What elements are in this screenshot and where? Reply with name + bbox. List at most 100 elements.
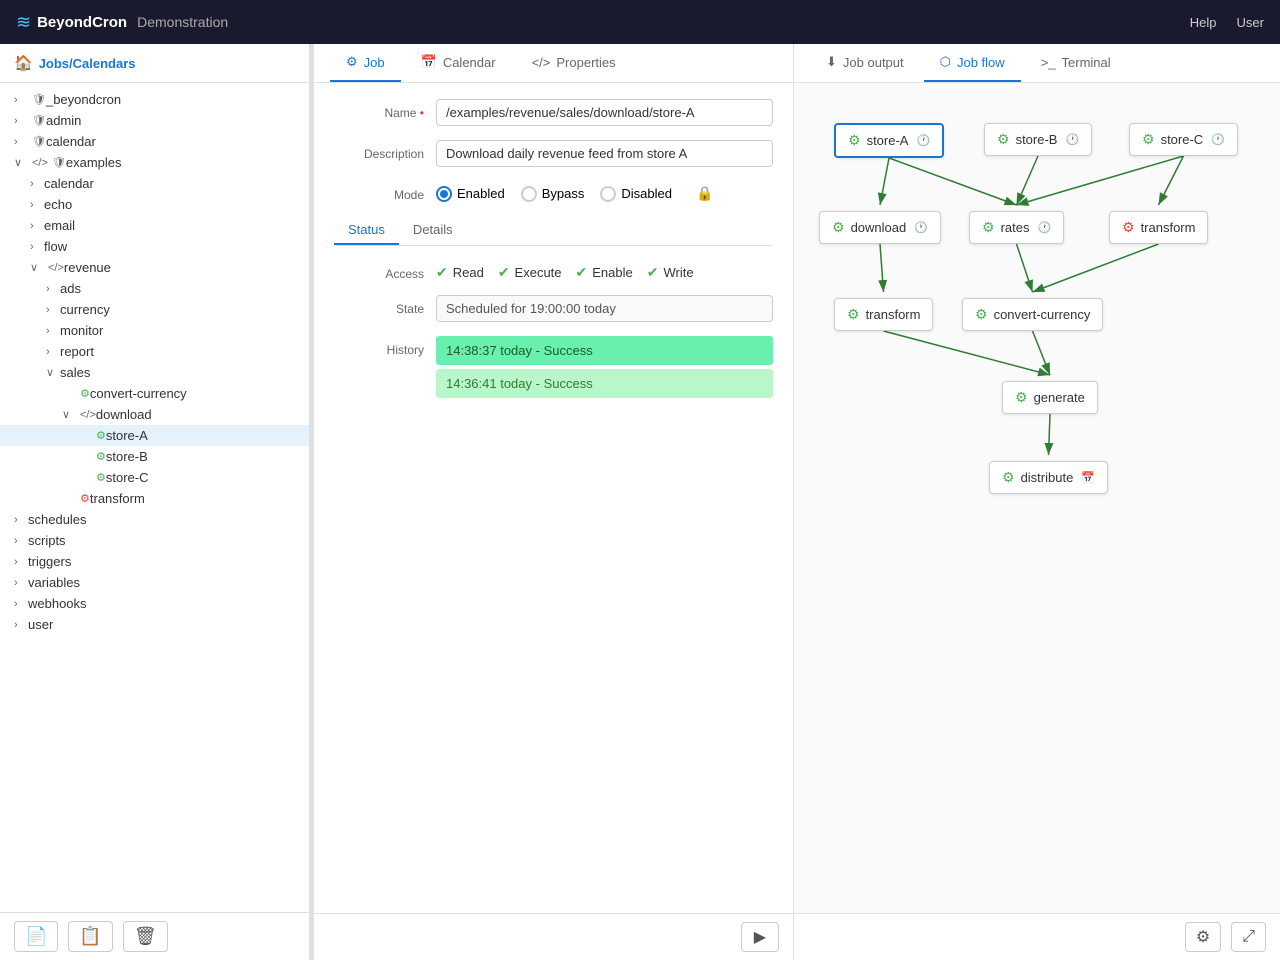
sidebar-item-currency[interactable]: ›currency: [0, 299, 309, 320]
flow-node-store-B[interactable]: ⚙store-B🕐: [984, 123, 1092, 156]
green-gear-icon: ⚙: [96, 471, 106, 484]
toggle-icon: ›: [14, 577, 24, 589]
calendar-tab-icon: 📅: [421, 54, 437, 70]
tab-job-output[interactable]: ⬇ Job output: [810, 44, 920, 82]
sidebar-item-scripts[interactable]: › scripts: [0, 530, 309, 551]
tab-status[interactable]: Status: [334, 216, 399, 245]
new-file-button[interactable]: 📄: [14, 921, 58, 952]
flow-node-distribute[interactable]: ⚙distribute📅: [989, 461, 1108, 494]
history-item-0[interactable]: 14:38:37 today - Success: [436, 336, 773, 365]
sidebar: 🏠 Jobs/Calendars ›🛡_beyondcron›🛡admin›🛡c…: [0, 44, 310, 960]
flow-node-store-C[interactable]: ⚙store-C🕐: [1129, 123, 1238, 156]
write-label: Write: [663, 265, 693, 280]
sidebar-item-ads[interactable]: ›ads: [0, 278, 309, 299]
sidebar-item-email[interactable]: ›email: [0, 215, 309, 236]
sidebar-item-admin[interactable]: ›🛡admin: [0, 110, 309, 131]
gear-icon: ⚙: [1002, 469, 1015, 486]
sidebar-item-label: scripts: [28, 533, 66, 548]
fullscreen-button[interactable]: ⤢: [1231, 922, 1266, 952]
toggle-icon: ›: [30, 178, 40, 190]
node-label: convert-currency: [994, 307, 1091, 322]
gear-icon: ⚙: [997, 131, 1010, 148]
sidebar-item-flow[interactable]: ›flow: [0, 236, 309, 257]
sidebar-item-report[interactable]: ›report: [0, 341, 309, 362]
radio-enabled[interactable]: [436, 186, 452, 202]
sidebar-item-convert-currency[interactable]: ⚙convert-currency: [0, 383, 309, 404]
history-item-1[interactable]: 14:36:41 today - Success: [436, 369, 773, 398]
flow-node-generate[interactable]: ⚙generate: [1002, 381, 1098, 414]
sidebar-item-echo[interactable]: ›echo: [0, 194, 309, 215]
sidebar-item-triggers[interactable]: ›triggers: [0, 551, 309, 572]
toggle-icon: ›: [14, 535, 24, 547]
sidebar-tree: ›🛡_beyondcron›🛡admin›🛡calendar∨</>🛡examp…: [0, 83, 309, 912]
sidebar-item-sales[interactable]: ∨sales: [0, 362, 309, 383]
logo-icon: ≋: [16, 12, 31, 33]
toggle-icon: ›: [14, 136, 24, 148]
sidebar-item-transform[interactable]: ⚙transform: [0, 488, 309, 509]
sidebar-item-monitor[interactable]: ›monitor: [0, 320, 309, 341]
sidebar-item-schedules[interactable]: ›schedules: [0, 509, 309, 530]
node-label: download: [851, 220, 907, 235]
read-check-icon: ✔: [436, 264, 448, 281]
node-label: rates: [1001, 220, 1030, 235]
breadcrumb[interactable]: Jobs/Calendars: [39, 56, 136, 71]
mode-bypass-option[interactable]: Bypass: [521, 186, 585, 202]
play-button[interactable]: ▶: [741, 922, 779, 952]
settings-button[interactable]: ⚙: [1185, 922, 1221, 952]
sidebar-item-variables[interactable]: ›variables: [0, 572, 309, 593]
help-link[interactable]: Help: [1190, 15, 1217, 30]
topbar-right: Help User: [1190, 15, 1264, 30]
green-gear-icon: ⚙: [96, 450, 106, 463]
toggle-icon: ›: [30, 241, 40, 253]
gear-icon: ⚙: [847, 306, 860, 323]
flow-node-store-A[interactable]: ⚙store-A🕐: [834, 123, 944, 158]
toggle-icon: ›: [14, 598, 24, 610]
sidebar-item-calendar[interactable]: ›🛡calendar: [0, 131, 309, 152]
sidebar-item-user[interactable]: ›user: [0, 614, 309, 635]
radio-disabled[interactable]: [600, 186, 616, 202]
tab-job[interactable]: ⚙ Job: [330, 44, 401, 82]
copy-button[interactable]: 📋: [68, 921, 112, 952]
sidebar-item-store-B[interactable]: ⚙store-B: [0, 446, 309, 467]
sidebar-item-webhooks[interactable]: ›webhooks: [0, 593, 309, 614]
tab-calendar[interactable]: 📅 Calendar: [405, 44, 512, 82]
sidebar-item-store-A[interactable]: ⚙store-A: [0, 425, 309, 446]
flow-node-transform-top[interactable]: ⚙transform: [1109, 211, 1208, 244]
tab-properties[interactable]: </> Properties: [516, 44, 632, 82]
mode-disabled-option[interactable]: Disabled: [600, 186, 672, 202]
delete-button[interactable]: 🗑: [123, 921, 168, 952]
tab-terminal[interactable]: >_ Terminal: [1025, 44, 1127, 82]
radio-bypass[interactable]: [521, 186, 537, 202]
sidebar-item-calendar2[interactable]: › calendar: [0, 173, 309, 194]
flow-node-convert-currency[interactable]: ⚙convert-currency: [962, 298, 1103, 331]
terminal-icon: >_: [1041, 55, 1056, 70]
mode-enabled-option[interactable]: Enabled: [436, 186, 505, 202]
name-input[interactable]: [436, 99, 773, 126]
sidebar-item-_beyondcron[interactable]: ›🛡_beyondcron: [0, 89, 309, 110]
enable-label: Enable: [592, 265, 632, 280]
access-row: Access ✔ Read ✔ Execute ✔ Enable: [334, 260, 773, 281]
shield-icon: 🛡: [52, 156, 66, 169]
gear-tab-icon: ⚙: [346, 54, 358, 70]
sidebar-item-examples[interactable]: ∨</>🛡examples: [0, 152, 309, 173]
sidebar-item-revenue[interactable]: ∨</>revenue: [0, 257, 309, 278]
flow-node-transform-bottom[interactable]: ⚙transform: [834, 298, 933, 331]
toggle-icon: ›: [46, 283, 56, 295]
tab-terminal-label: Terminal: [1062, 55, 1111, 70]
sidebar-item-label: download: [96, 407, 152, 422]
gear-icon: ⚙: [1122, 219, 1135, 236]
sidebar-item-store-C[interactable]: ⚙store-C: [0, 467, 309, 488]
sidebar-item-download[interactable]: ∨</>download: [0, 404, 309, 425]
tab-job-flow[interactable]: ⬡ Job flow: [924, 44, 1021, 82]
description-input[interactable]: [436, 140, 773, 167]
user-menu[interactable]: User: [1237, 15, 1264, 30]
flow-node-download[interactable]: ⚙download🕐: [819, 211, 941, 244]
sidebar-item-label: calendar: [44, 176, 94, 191]
tab-job-output-label: Job output: [843, 55, 904, 70]
gear-icon: ⚙: [1015, 389, 1028, 406]
toggle-icon: ›: [14, 115, 24, 127]
shield-icon: 🛡: [32, 135, 46, 148]
node-label: distribute: [1021, 470, 1074, 485]
tab-details[interactable]: Details: [399, 216, 467, 245]
flow-node-rates[interactable]: ⚙rates🕐: [969, 211, 1064, 244]
